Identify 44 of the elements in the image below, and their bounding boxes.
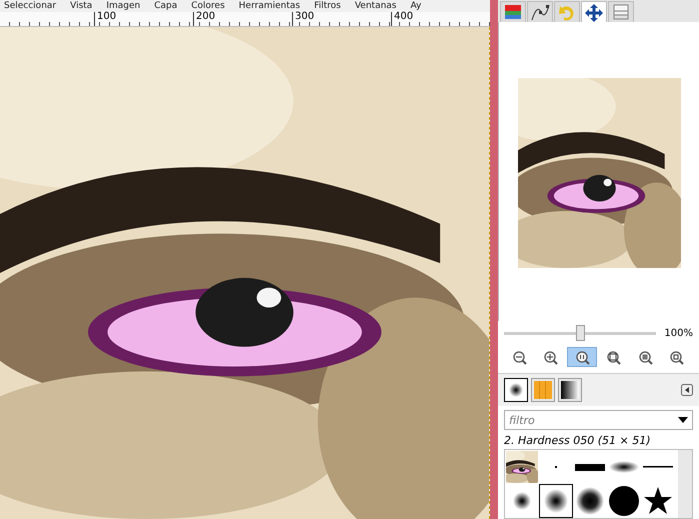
dropdown-arrow-icon — [678, 417, 688, 424]
menu-item[interactable]: Seleccionar — [4, 0, 56, 12]
brush-item[interactable] — [573, 484, 607, 518]
zoom-in-icon — [542, 349, 558, 366]
dock-tab[interactable] — [527, 0, 553, 22]
menu-item[interactable]: Ay — [410, 0, 422, 12]
zoom-out-icon — [511, 349, 527, 366]
bar-brush-icon — [575, 464, 605, 470]
zoom-one-icon — [574, 349, 590, 366]
menu-item[interactable]: Imagen — [106, 0, 140, 12]
slider-thumb[interactable] — [576, 325, 586, 342]
brush-item[interactable] — [505, 450, 539, 484]
pattern-icon — [534, 381, 552, 400]
menu-item[interactable]: Herramientas — [238, 0, 300, 12]
ruler-label: 300 — [295, 11, 314, 22]
brush-icon — [507, 381, 525, 400]
ruler-label: 100 — [97, 11, 116, 22]
gradient-icon — [561, 381, 579, 400]
filter-combo[interactable]: filtro — [504, 410, 693, 430]
move-icon — [583, 2, 605, 22]
circle-brush-icon — [609, 486, 639, 516]
brush-tab[interactable] — [504, 378, 528, 402]
menu-item[interactable]: Colores — [191, 0, 225, 12]
brush-tab[interactable] — [558, 378, 582, 402]
zoom-fit-icon — [605, 349, 622, 366]
brush-name: 2. Hardness 050 (51 × 51) — [503, 433, 652, 449]
scrollbar[interactable] — [678, 450, 692, 518]
star-brush-icon — [643, 486, 673, 516]
menu-item[interactable]: Capa — [154, 0, 178, 12]
menu-item[interactable]: Ventanas — [354, 0, 396, 12]
zoom-shrink-icon — [668, 349, 684, 366]
menu-item[interactable]: Vista — [70, 0, 92, 12]
brush-item[interactable] — [607, 484, 641, 518]
tab-menu-icon[interactable] — [681, 384, 693, 396]
line-brush-icon — [643, 466, 673, 468]
ruler-label: 200 — [196, 11, 216, 22]
ruler-label: 400 — [394, 11, 414, 22]
zoom-reading: 100% — [664, 328, 693, 339]
zoom-button[interactable] — [566, 347, 597, 368]
menu-item[interactable]: Filtros — [314, 0, 341, 12]
zoom-fill-icon — [636, 349, 653, 366]
brush-item[interactable] — [539, 484, 573, 518]
dock-tab[interactable] — [581, 0, 607, 22]
soft-brush-icon — [575, 486, 605, 516]
